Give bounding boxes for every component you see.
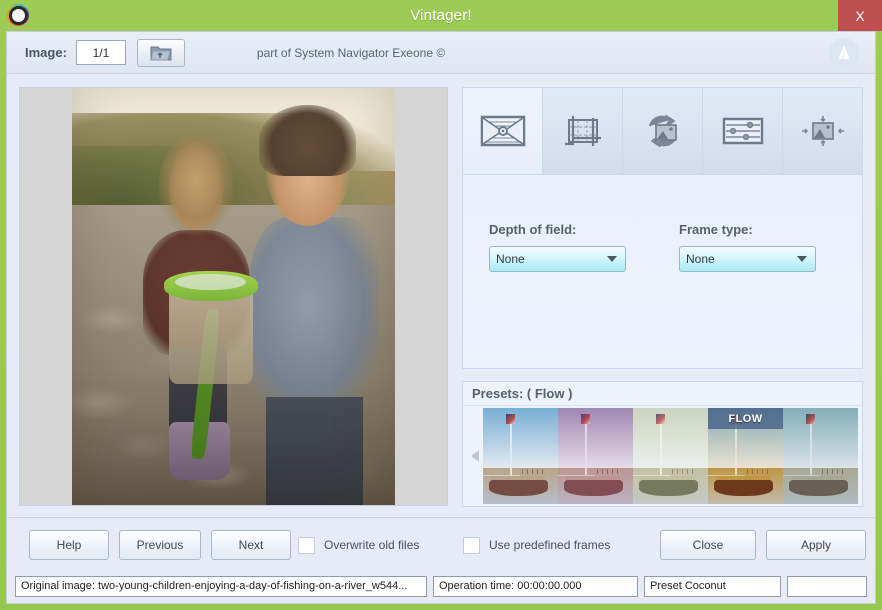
- options-panel: Depth of field: None Frame type: None: [462, 175, 863, 369]
- preset-thumbnail[interactable]: [633, 408, 708, 504]
- folder-open-icon[interactable]: [136, 38, 185, 67]
- use-predefined-frames-checkbox[interactable]: Use predefined frames: [463, 536, 611, 554]
- image-preview-canvas[interactable]: [19, 87, 448, 506]
- preset-label: FLOW: [708, 408, 783, 430]
- preset-thumbnail[interactable]: [483, 408, 558, 504]
- image-label: Image:: [25, 45, 67, 60]
- presets-panel: Presets: ( Flow ) FLOW: [462, 381, 863, 507]
- content-area: Depth of field: None Frame type: None Pr…: [7, 75, 875, 517]
- checkbox-box: [463, 536, 480, 554]
- apply-button[interactable]: Apply: [766, 530, 866, 560]
- status-operation-time: Operation time: 00:00:00.000: [433, 575, 638, 597]
- frame-type-label: Frame type:: [679, 222, 753, 237]
- title-bar: Vintager! X: [0, 0, 882, 31]
- top-toolbar: Image: part of System Navigator Exeone ©: [7, 32, 875, 74]
- preset-thumbnail[interactable]: [783, 408, 858, 504]
- chevron-down-icon: [607, 256, 617, 262]
- application-window: Vintager! X Image: part of System Naviga…: [0, 0, 882, 610]
- depth-of-field-label: Depth of field:: [489, 222, 577, 237]
- credit-text: part of System Navigator Exeone ©: [256, 45, 446, 60]
- presets-header: Presets: ( Flow ): [463, 382, 862, 406]
- chevron-left-icon[interactable]: [467, 450, 483, 462]
- help-button[interactable]: Help: [29, 530, 109, 560]
- preview-photo: [72, 88, 395, 505]
- window-body: Image: part of System Navigator Exeone ©: [6, 31, 876, 604]
- close-button[interactable]: Close: [660, 530, 756, 560]
- status-original-image: Original image: two-young-children-enjoy…: [15, 575, 427, 597]
- footer-bar: Help Previous Next Overwrite old files U…: [7, 517, 875, 603]
- frame-type-value: None: [686, 252, 715, 266]
- checkbox-box: [298, 536, 315, 554]
- next-button[interactable]: Next: [211, 530, 291, 560]
- camera-lens-icon: [7, 4, 29, 26]
- tab-adjust[interactable]: [703, 88, 783, 174]
- status-extra: [787, 575, 867, 597]
- depth-of-field-select[interactable]: None: [489, 246, 626, 272]
- tab-vignette[interactable]: [463, 88, 543, 174]
- action-button-row: Help Previous Next Overwrite old files U…: [7, 518, 875, 572]
- image-index-input[interactable]: [75, 40, 126, 65]
- tab-rotate[interactable]: [623, 88, 703, 174]
- previous-button[interactable]: Previous: [119, 530, 201, 560]
- depth-of-field-value: None: [496, 252, 525, 266]
- tab-crop[interactable]: [543, 88, 623, 174]
- tab-resize[interactable]: [783, 88, 862, 174]
- window-title: Vintager!: [410, 7, 472, 24]
- status-preset: Preset Coconut: [644, 575, 781, 597]
- overwrite-old-files-label: Overwrite old files: [324, 538, 420, 552]
- overwrite-old-files-checkbox[interactable]: Overwrite old files: [298, 536, 420, 554]
- preset-thumbnails: FLOW: [483, 408, 858, 504]
- status-bar: Original image: two-young-children-enjoy…: [7, 575, 875, 603]
- frame-type-select[interactable]: None: [679, 246, 816, 272]
- use-predefined-frames-label: Use predefined frames: [489, 538, 611, 552]
- tab-bar: [462, 87, 863, 175]
- sailboat-brand-icon: [829, 38, 859, 68]
- frame-type-field: Frame type: None: [679, 222, 816, 272]
- depth-of-field-field: Depth of field: None: [489, 222, 626, 272]
- preset-thumbnail[interactable]: [558, 408, 633, 504]
- presets-strip: FLOW: [463, 406, 862, 506]
- chevron-down-icon: [797, 256, 807, 262]
- editor-panel: Depth of field: None Frame type: None Pr…: [462, 87, 863, 507]
- close-window-button[interactable]: X: [838, 0, 882, 31]
- preset-thumbnail[interactable]: FLOW: [708, 408, 783, 504]
